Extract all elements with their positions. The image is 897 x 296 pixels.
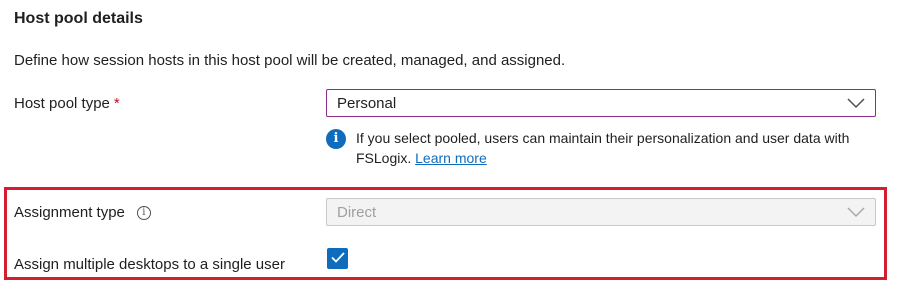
multiple-desktops-checkbox[interactable] — [327, 248, 348, 269]
info-outline-icon[interactable]: i — [136, 206, 151, 220]
checkmark-icon — [330, 250, 345, 268]
chevron-down-icon — [847, 97, 865, 109]
host-pool-type-info: i If you select pooled, users can mainta… — [326, 128, 871, 168]
chevron-down-icon — [847, 206, 865, 218]
host-pool-type-value: Personal — [337, 94, 397, 112]
multiple-desktops-label: Assign multiple desktops to a single use… — [14, 256, 285, 273]
host-pool-type-label: Host pool type — [14, 95, 110, 112]
assignment-type-value: Direct — [337, 203, 377, 221]
info-filled-icon: i — [326, 129, 346, 149]
info-message: If you select pooled, users can maintain… — [356, 128, 871, 168]
section-title: Host pool details — [14, 10, 143, 27]
section-description: Define how session hosts in this host po… — [14, 52, 566, 69]
host-pool-type-dropdown[interactable]: Personal — [326, 89, 876, 117]
learn-more-link[interactable]: Learn more — [415, 150, 487, 166]
assignment-type-dropdown[interactable]: Direct — [326, 198, 876, 226]
assignment-type-label: Assignment type — [14, 204, 125, 221]
assignment-type-label-row: Assignment type i — [14, 203, 151, 223]
required-marker: * — [113, 95, 120, 112]
host-pool-type-label-row: Host pool type * — [14, 94, 120, 114]
